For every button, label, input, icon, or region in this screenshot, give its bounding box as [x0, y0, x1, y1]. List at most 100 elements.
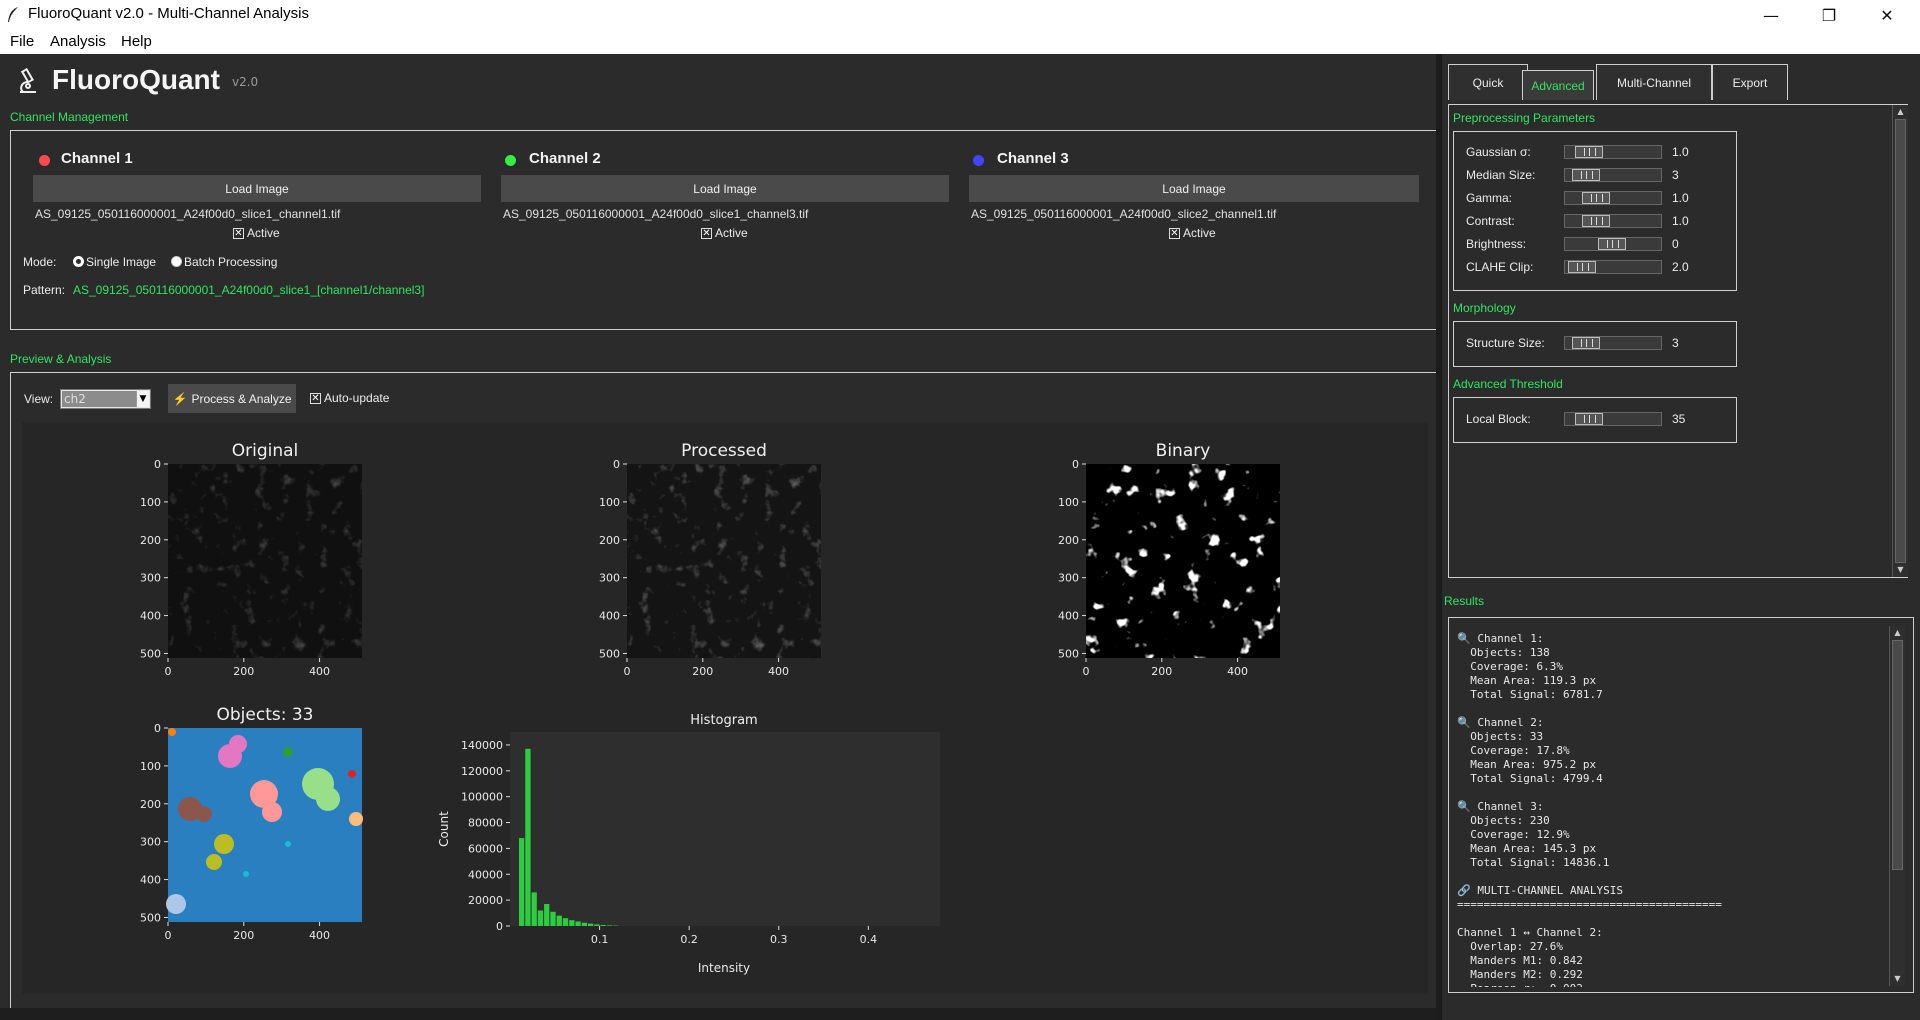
gamma-label: Gamma: [1466, 191, 1513, 205]
original-title: Original [232, 441, 299, 461]
channel-3-load-button[interactable]: Load Image [969, 175, 1419, 202]
slider-knob[interactable] [1598, 238, 1626, 250]
channel-2-active-checkbox[interactable]: ✕ Active [701, 226, 748, 240]
morphology-label: Morphology [1453, 301, 1516, 315]
binary-plot: Binary [1086, 441, 1280, 658]
maximize-button[interactable]: ❐ [1800, 0, 1858, 30]
histogram-bar [587, 923, 594, 926]
advanced-threshold-label: Advanced Threshold [1453, 377, 1563, 391]
minimize-button[interactable]: — [1742, 0, 1800, 30]
contrast-slider[interactable] [1564, 214, 1662, 228]
channel-1-load-button[interactable]: Load Image [33, 175, 481, 202]
image-x-tick-label: 0 [165, 665, 172, 678]
image-y-tick-label: 100 [140, 496, 161, 509]
slider-knob[interactable] [1582, 192, 1610, 204]
median-size-value: 3 [1672, 168, 1679, 182]
advanced-tab-panel: Preprocessing Parameters Gaussian σ: 1.0 … [1448, 104, 1908, 578]
results-label: Results [1444, 594, 1485, 608]
gaussian-sigma-slider-row: Gaussian σ: 1.0 [1466, 144, 1696, 160]
auto-update-label: Auto-update [324, 391, 390, 405]
chevron-down-icon[interactable]: ▼ [136, 391, 149, 407]
histogram-y-tick-label: 20000 [468, 894, 503, 907]
title-bar: FluoroQuant v2.0 - Multi-Channel Analysi… [0, 0, 1920, 30]
image-y-tick-label: 300 [1058, 572, 1079, 585]
slider-knob[interactable] [1572, 337, 1600, 349]
scroll-down-icon[interactable]: ▼ [1890, 972, 1905, 986]
slider-knob[interactable] [1568, 261, 1596, 273]
mode-single-radio[interactable]: Single Image [73, 255, 156, 269]
image-y-tick-label: 100 [1058, 496, 1079, 509]
left-panel: FluoroQuant v2.0 Channel Management Chan… [0, 54, 1438, 1020]
scroll-down-icon[interactable]: ▼ [1893, 563, 1908, 577]
menu-analysis[interactable]: Analysis [50, 33, 106, 50]
slider-knob[interactable] [1572, 169, 1600, 181]
clahe-clip-slider-row: CLAHE Clip: 2.0 [1466, 259, 1696, 275]
process-analyze-button[interactable]: ⚡ Process & Analyze [168, 384, 296, 413]
pattern-value: AS_09125_050116000001_A24f00d0_slice1_[c… [73, 283, 425, 297]
mode-single-label: Single Image [86, 255, 157, 269]
histogram-y-tick-label: 80000 [468, 817, 503, 830]
histogram-y-tick-label: 40000 [468, 868, 503, 881]
results-panel: 🔍 Channel 1: Objects: 138 Coverage: 6.3%… [1448, 617, 1914, 993]
slider-knob[interactable] [1575, 413, 1603, 425]
image-x-tick-label: 0 [1083, 665, 1090, 678]
channel-3-active-checkbox[interactable]: ✕ Active [1169, 226, 1216, 240]
auto-update-checkbox[interactable]: ✕ Auto-update [310, 391, 389, 405]
scroll-thumb[interactable] [1895, 119, 1906, 563]
tab-quick[interactable]: Quick [1448, 64, 1528, 100]
histogram-bar [550, 911, 556, 926]
scroll-thumb[interactable] [1892, 640, 1903, 870]
slider-knob[interactable] [1575, 146, 1603, 158]
scroll-up-icon[interactable]: ▲ [1893, 105, 1908, 119]
process-analyze-label: Process & Analyze [191, 391, 292, 406]
results-scrollbar[interactable]: ▲ ▼ [1889, 626, 1905, 986]
bottom-edge [0, 1008, 1436, 1020]
close-button[interactable]: ✕ [1858, 0, 1916, 30]
image-x-tick-label: 200 [692, 665, 713, 678]
histogram-bar [575, 921, 581, 926]
structure-size-slider[interactable] [1564, 336, 1662, 350]
image-y-tick-label: 400 [599, 610, 620, 623]
channel-2-load-button[interactable]: Load Image [501, 175, 949, 202]
plots-canvas: Original Processed Binary Objects: 33 01… [140, 441, 1280, 975]
slider-knob[interactable] [1582, 215, 1610, 227]
median-size-slider[interactable] [1564, 168, 1662, 182]
menu-file[interactable]: File [10, 33, 34, 50]
advanced-threshold-frame: Local Block: 35 [1453, 397, 1737, 443]
histogram-bar [600, 924, 606, 926]
channel-management-frame: Channel 1 Load Image AS_09125_0501160000… [10, 130, 1438, 330]
view-select[interactable]: ch2 ▼ [60, 389, 151, 409]
scroll-up-icon[interactable]: ▲ [1890, 626, 1905, 640]
histogram-bar [537, 910, 544, 926]
histogram-bar [525, 748, 531, 926]
image-x-tick-label: 0 [165, 929, 172, 942]
clahe-clip-slider[interactable] [1564, 260, 1662, 274]
histogram-bar [569, 920, 575, 926]
clahe-clip-label: CLAHE Clip: [1466, 260, 1534, 274]
tab-multi-channel[interactable]: Multi-Channel [1596, 64, 1712, 100]
tab-export[interactable]: Export [1712, 64, 1788, 100]
plot-area: Original Processed Binary Objects: 33 0 … [22, 422, 1428, 994]
image-y-tick-label: 100 [599, 496, 620, 509]
image-x-tick-label: 0 [624, 665, 631, 678]
histogram-x-tick-label: 0.4 [860, 933, 878, 946]
menu-help[interactable]: Help [121, 33, 152, 50]
radio-empty-icon [171, 256, 182, 267]
image-x-tick-label: 200 [233, 665, 254, 678]
brightness-slider[interactable] [1564, 237, 1662, 251]
channel-1-active-checkbox[interactable]: ✕ Active [233, 226, 280, 240]
structure-size-value: 3 [1672, 336, 1679, 350]
histogram-bar [606, 925, 613, 926]
image-y-tick-label: 500 [140, 647, 161, 660]
histogram-bar [544, 904, 550, 926]
gamma-slider[interactable] [1564, 191, 1662, 205]
tab-advanced[interactable]: Advanced [1522, 70, 1594, 100]
image-y-tick-label: 500 [599, 647, 620, 660]
channel-2-name: Channel 2 [529, 150, 601, 167]
gaussian-sigma-slider[interactable] [1564, 145, 1662, 159]
mode-batch-radio[interactable]: Batch Processing [171, 255, 277, 269]
local-block-slider[interactable] [1564, 412, 1662, 426]
checkbox-checked-icon: ✕ [310, 392, 321, 404]
channel-3-active-label: Active [1183, 226, 1216, 240]
settings-scrollbar[interactable]: ▲ ▼ [1892, 105, 1908, 577]
